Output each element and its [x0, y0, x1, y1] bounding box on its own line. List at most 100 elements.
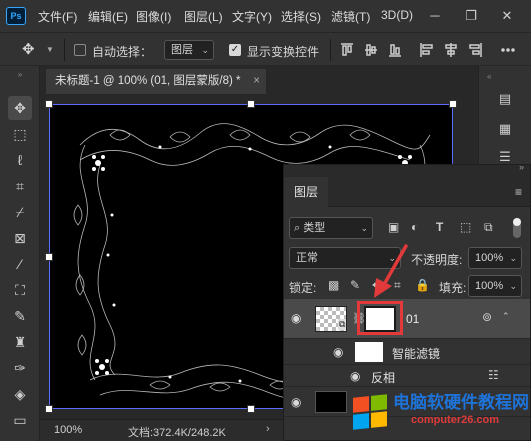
filter-shape-icon[interactable]: ⬚: [460, 220, 471, 234]
show-transform-checkbox[interactable]: ✓: [229, 44, 241, 56]
chevron-down-icon: ⌄: [388, 253, 396, 263]
filter-pixel-icon[interactable]: ▣: [388, 220, 399, 234]
photoshop-logo: Ps: [6, 7, 26, 25]
transform-handle-left[interactable]: [45, 253, 53, 261]
close-icon[interactable]: ✕: [497, 6, 517, 26]
move-icon[interactable]: ✥: [22, 40, 35, 58]
align-right-icon: [469, 43, 482, 57]
menu-filter[interactable]: 滤镜(T): [331, 8, 370, 25]
menu-edit[interactable]: 编辑(E): [88, 8, 128, 25]
eraser-tool-icon[interactable]: ◈: [8, 382, 32, 406]
annotation-highlight-box: [357, 301, 403, 335]
opacity-label: 不透明度:: [411, 253, 463, 267]
transform-handle-bottom-left[interactable]: [45, 405, 53, 413]
filter-options-icon[interactable]: ☷: [488, 368, 499, 382]
search-icon: ⌕: [294, 222, 301, 234]
smart-filter-indicator-icon: ⊚: [482, 310, 493, 324]
transform-handle-top[interactable]: [247, 100, 255, 108]
healing-tool-icon[interactable]: ⛶: [8, 278, 32, 302]
lock-artboard-icon[interactable]: ⌗: [394, 278, 401, 293]
fill-input[interactable]: 100% ⌄: [468, 275, 522, 297]
visibility-eye-icon[interactable]: ◉: [350, 369, 360, 383]
auto-select-label: 自动选择：: [92, 45, 153, 59]
history-panel-icon[interactable]: ▤: [492, 88, 518, 110]
transform-handle-top-left[interactable]: [45, 100, 53, 108]
panel-menu-icon[interactable]: ≡: [515, 185, 522, 199]
quick-select-tool-icon[interactable]: ⌗: [8, 174, 32, 198]
filter-adjustment-icon[interactable]: ◐: [411, 220, 418, 234]
lock-transparency-icon[interactable]: ▩: [328, 278, 339, 292]
layer-name[interactable]: 01: [406, 312, 419, 326]
document-tab-title: 未标题-1 @ 100% (01, 图层蒙版/8) *: [55, 75, 241, 87]
menu-file[interactable]: 文件(F): [38, 8, 77, 25]
visibility-eye-icon[interactable]: ◉: [333, 345, 343, 359]
history-brush-tool-icon[interactable]: ✑: [8, 356, 32, 380]
filter-toggle[interactable]: [513, 218, 521, 238]
close-tab-icon[interactable]: ×: [253, 69, 260, 94]
menu-3d[interactable]: 3D(D): [381, 8, 413, 22]
tab-layers[interactable]: 图层: [284, 177, 328, 207]
lock-all-icon[interactable]: 🔒: [415, 278, 430, 292]
swatches-panel-icon[interactable]: ▦: [492, 118, 518, 140]
watermark-title: 电脑软硬件教程网: [393, 393, 529, 412]
layer-filter-dropdown[interactable]: ⌕ 类型 ⌄: [289, 217, 373, 239]
frame-tool-icon[interactable]: ⊠: [8, 226, 32, 250]
lasso-tool-icon[interactable]: ℓ: [8, 148, 32, 172]
document-tab-bar: 未标题-1 @ 100% (01, 图层蒙版/8) * ×: [40, 66, 478, 94]
options-bar: ✥ ▼ 自动选择： 图层 ⌄ ✓ 显示变换控件: [0, 32, 531, 66]
minimize-icon[interactable]: ─: [425, 6, 445, 26]
move-tool-icon[interactable]: ✥: [8, 96, 32, 120]
zoom-level[interactable]: 100%: [54, 424, 82, 436]
menu-type[interactable]: 文字(Y): [232, 8, 272, 25]
align-icons-group: [341, 43, 515, 57]
fill-label: 填充:: [439, 281, 467, 295]
filter-mask-thumbnail[interactable]: [355, 342, 383, 362]
watermark: 电脑软硬件教程网 computer26.com: [335, 384, 531, 441]
menu-bar: Ps 文件(F) 编辑(E) 图像(I) 图层(L) 文字(Y) 选择(S) 滤…: [0, 0, 531, 32]
status-arrow-icon[interactable]: ›: [266, 423, 270, 435]
filter-smart-object-icon[interactable]: ⧉: [484, 220, 493, 235]
document-info[interactable]: 文档:372.4K/248.2K: [128, 424, 226, 440]
menu-image[interactable]: 图像(I): [136, 8, 171, 25]
marquee-tool-icon[interactable]: ⬚: [8, 122, 32, 146]
brush-tool-icon[interactable]: ✎: [8, 304, 32, 328]
layers-tab-row: 图层 ≡: [284, 177, 530, 207]
align-bottom-icon: [389, 44, 401, 57]
layer-row-smart-filters[interactable]: ◉ 智能滤镜: [284, 339, 530, 365]
menu-layer[interactable]: 图层(L): [184, 8, 223, 25]
layer-name[interactable]: 智能滤镜: [392, 345, 440, 362]
visibility-eye-icon[interactable]: ◉: [291, 311, 301, 325]
transform-handle-bottom[interactable]: [247, 405, 255, 413]
collapse-icon[interactable]: »: [6, 70, 34, 80]
transform-handle-top-right[interactable]: [449, 100, 457, 108]
chevron-down-icon: ⌄: [509, 253, 517, 263]
auto-select-target-dropdown[interactable]: 图层 ⌄: [164, 40, 214, 60]
panel-collapse-icon[interactable]: »: [519, 162, 524, 172]
panel-grip[interactable]: »: [284, 162, 530, 177]
chevron-down-icon: ⌄: [509, 281, 517, 291]
expand-arrow-icon[interactable]: ⌃: [502, 311, 510, 322]
chevron-down-icon: ⌄: [201, 45, 209, 55]
eyedropper-tool-icon[interactable]: ⁄: [8, 252, 32, 276]
lock-position-icon[interactable]: ✥: [372, 277, 384, 294]
menu-select[interactable]: 选择(S): [281, 8, 321, 25]
opacity-input[interactable]: 100% ⌄: [468, 247, 522, 269]
document-tab[interactable]: 未标题-1 @ 100% (01, 图层蒙版/8) * ×: [46, 69, 266, 94]
lock-pixels-icon[interactable]: ✎: [350, 278, 360, 292]
collapse-icon[interactable]: «: [487, 72, 491, 81]
restore-icon[interactable]: ❐: [461, 6, 481, 26]
watermark-url: computer26.com: [411, 414, 500, 426]
auto-select-checkbox[interactable]: [74, 44, 86, 56]
blend-mode-dropdown[interactable]: 正常 ⌄: [289, 247, 401, 269]
tools-panel: » ✥ ⬚ ℓ ⌗ ⌿ ⊠ ⁄ ⛶ ✎ ♜ ✑ ◈ ▭: [0, 66, 40, 441]
visibility-eye-icon[interactable]: ◉: [291, 395, 301, 409]
filter-type-icon[interactable]: T: [436, 220, 443, 234]
align-hcenter-icon: [445, 43, 457, 57]
tool-preset-chevron-icon[interactable]: ▼: [46, 45, 54, 54]
windows-logo-icon: [353, 394, 387, 430]
crop-tool-icon[interactable]: ⌿: [8, 200, 32, 224]
stamp-tool-icon[interactable]: ♜: [8, 330, 32, 354]
gradient-tool-icon[interactable]: ▭: [8, 408, 32, 432]
layer-row-01[interactable]: ◉ ⧉ ⛓ 01 ⊚ ⌃: [284, 299, 530, 339]
smart-object-badge-icon: ⧉: [338, 319, 347, 330]
